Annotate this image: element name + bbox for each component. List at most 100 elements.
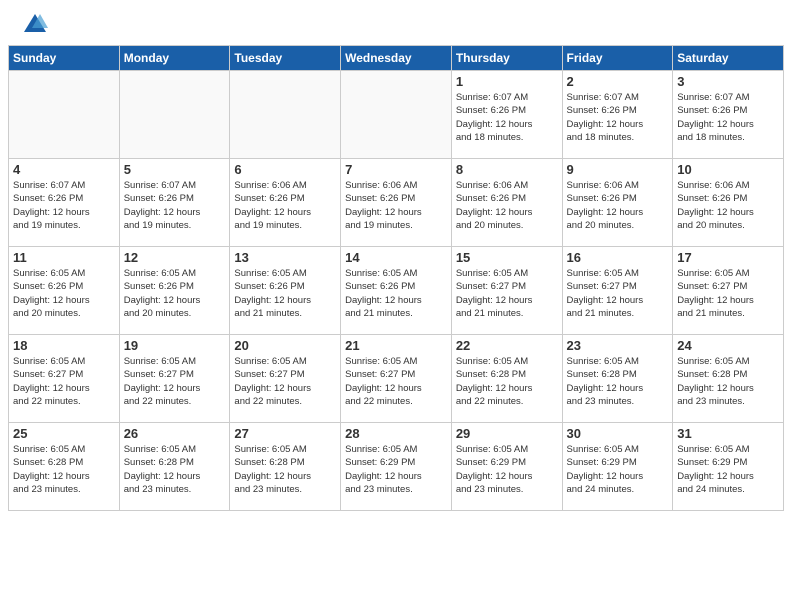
- day-number: 16: [567, 250, 669, 265]
- calendar-week-2: 11Sunrise: 6:05 AM Sunset: 6:26 PM Dayli…: [9, 247, 784, 335]
- day-info: Sunrise: 6:05 AM Sunset: 6:27 PM Dayligh…: [456, 267, 558, 320]
- day-info: Sunrise: 6:06 AM Sunset: 6:26 PM Dayligh…: [567, 179, 669, 232]
- day-info: Sunrise: 6:06 AM Sunset: 6:26 PM Dayligh…: [345, 179, 447, 232]
- day-info: Sunrise: 6:07 AM Sunset: 6:26 PM Dayligh…: [677, 91, 779, 144]
- day-number: 3: [677, 74, 779, 89]
- calendar-cell: 17 Sunrise: 6:05 AM Sunset: 6:27 PM Dayli…: [673, 247, 784, 335]
- calendar-cell: 2 Sunrise: 6:07 AM Sunset: 6:26 PM Daylig…: [562, 71, 673, 159]
- day-info: Sunrise: 6:05 AM Sunset: 6:27 PM Dayligh…: [345, 355, 447, 408]
- day-info: Sunrise: 6:05 AM Sunset: 6:28 PM Dayligh…: [124, 443, 226, 496]
- calendar-cell: [9, 71, 120, 159]
- weekday-header-thursday: Thursday: [451, 46, 562, 71]
- day-info: Sunrise: 6:07 AM Sunset: 6:26 PM Dayligh…: [567, 91, 669, 144]
- calendar-cell: 27 Sunrise: 6:05 AM Sunset: 6:28 PM Dayli…: [230, 423, 341, 511]
- logo-icon: [20, 10, 50, 40]
- calendar-container: SundayMondayTuesdayWednesdayThursdayFrid…: [0, 45, 792, 519]
- day-info: Sunrise: 6:05 AM Sunset: 6:26 PM Dayligh…: [13, 267, 115, 320]
- day-info: Sunrise: 6:07 AM Sunset: 6:26 PM Dayligh…: [13, 179, 115, 232]
- day-info: Sunrise: 6:05 AM Sunset: 6:28 PM Dayligh…: [456, 355, 558, 408]
- day-number: 27: [234, 426, 336, 441]
- calendar-cell: 14 Sunrise: 6:05 AM Sunset: 6:26 PM Dayli…: [341, 247, 452, 335]
- calendar-cell: 13 Sunrise: 6:05 AM Sunset: 6:26 PM Dayli…: [230, 247, 341, 335]
- calendar-week-1: 4Sunrise: 6:07 AM Sunset: 6:26 PM Daylig…: [9, 159, 784, 247]
- day-info: Sunrise: 6:05 AM Sunset: 6:26 PM Dayligh…: [345, 267, 447, 320]
- day-info: Sunrise: 6:05 AM Sunset: 6:28 PM Dayligh…: [13, 443, 115, 496]
- calendar-cell: 23 Sunrise: 6:05 AM Sunset: 6:28 PM Dayli…: [562, 335, 673, 423]
- calendar-cell: 3 Sunrise: 6:07 AM Sunset: 6:26 PM Daylig…: [673, 71, 784, 159]
- day-info: Sunrise: 6:06 AM Sunset: 6:26 PM Dayligh…: [456, 179, 558, 232]
- day-number: 10: [677, 162, 779, 177]
- day-info: Sunrise: 6:05 AM Sunset: 6:27 PM Dayligh…: [13, 355, 115, 408]
- calendar-cell: 21 Sunrise: 6:05 AM Sunset: 6:27 PM Dayli…: [341, 335, 452, 423]
- calendar-week-3: 18Sunrise: 6:05 AM Sunset: 6:27 PM Dayli…: [9, 335, 784, 423]
- calendar-cell: 4Sunrise: 6:07 AM Sunset: 6:26 PM Daylig…: [9, 159, 120, 247]
- calendar-cell: 9Sunrise: 6:06 AM Sunset: 6:26 PM Daylig…: [562, 159, 673, 247]
- day-number: 24: [677, 338, 779, 353]
- weekday-header-wednesday: Wednesday: [341, 46, 452, 71]
- day-info: Sunrise: 6:05 AM Sunset: 6:28 PM Dayligh…: [234, 443, 336, 496]
- day-number: 22: [456, 338, 558, 353]
- day-number: 7: [345, 162, 447, 177]
- calendar-cell: 19 Sunrise: 6:05 AM Sunset: 6:27 PM Dayli…: [119, 335, 230, 423]
- day-info: Sunrise: 6:05 AM Sunset: 6:29 PM Dayligh…: [345, 443, 447, 496]
- day-info: Sunrise: 6:06 AM Sunset: 6:26 PM Dayligh…: [234, 179, 336, 232]
- weekday-header-friday: Friday: [562, 46, 673, 71]
- weekday-header-saturday: Saturday: [673, 46, 784, 71]
- day-info: Sunrise: 6:05 AM Sunset: 6:27 PM Dayligh…: [234, 355, 336, 408]
- calendar-week-4: 25Sunrise: 6:05 AM Sunset: 6:28 PM Dayli…: [9, 423, 784, 511]
- day-number: 8: [456, 162, 558, 177]
- calendar-cell: 6 Sunrise: 6:06 AM Sunset: 6:26 PM Daylig…: [230, 159, 341, 247]
- weekday-header-sunday: Sunday: [9, 46, 120, 71]
- calendar-cell: 18Sunrise: 6:05 AM Sunset: 6:27 PM Dayli…: [9, 335, 120, 423]
- calendar-cell: 11Sunrise: 6:05 AM Sunset: 6:26 PM Dayli…: [9, 247, 120, 335]
- day-number: 23: [567, 338, 669, 353]
- day-info: Sunrise: 6:05 AM Sunset: 6:28 PM Dayligh…: [567, 355, 669, 408]
- day-number: 15: [456, 250, 558, 265]
- calendar-cell: [119, 71, 230, 159]
- logo: [20, 10, 52, 40]
- day-info: Sunrise: 6:05 AM Sunset: 6:26 PM Dayligh…: [124, 267, 226, 320]
- day-number: 28: [345, 426, 447, 441]
- day-number: 13: [234, 250, 336, 265]
- day-number: 20: [234, 338, 336, 353]
- day-number: 6: [234, 162, 336, 177]
- weekday-row: SundayMondayTuesdayWednesdayThursdayFrid…: [9, 46, 784, 71]
- day-number: 17: [677, 250, 779, 265]
- calendar-cell: 10Sunrise: 6:06 AM Sunset: 6:26 PM Dayli…: [673, 159, 784, 247]
- day-info: Sunrise: 6:05 AM Sunset: 6:29 PM Dayligh…: [677, 443, 779, 496]
- day-number: 30: [567, 426, 669, 441]
- calendar-cell: 20 Sunrise: 6:05 AM Sunset: 6:27 PM Dayli…: [230, 335, 341, 423]
- day-info: Sunrise: 6:05 AM Sunset: 6:27 PM Dayligh…: [677, 267, 779, 320]
- day-number: 12: [124, 250, 226, 265]
- day-info: Sunrise: 6:05 AM Sunset: 6:26 PM Dayligh…: [234, 267, 336, 320]
- day-info: Sunrise: 6:07 AM Sunset: 6:26 PM Dayligh…: [456, 91, 558, 144]
- day-number: 2: [567, 74, 669, 89]
- calendar-cell: 26 Sunrise: 6:05 AM Sunset: 6:28 PM Dayli…: [119, 423, 230, 511]
- calendar-body: 1 Sunrise: 6:07 AM Sunset: 6:26 PM Daylig…: [9, 71, 784, 511]
- day-number: 5: [124, 162, 226, 177]
- page-header: [0, 0, 792, 45]
- calendar-cell: 31Sunrise: 6:05 AM Sunset: 6:29 PM Dayli…: [673, 423, 784, 511]
- calendar-table: SundayMondayTuesdayWednesdayThursdayFrid…: [8, 45, 784, 511]
- calendar-cell: 7 Sunrise: 6:06 AM Sunset: 6:26 PM Daylig…: [341, 159, 452, 247]
- calendar-cell: 16Sunrise: 6:05 AM Sunset: 6:27 PM Dayli…: [562, 247, 673, 335]
- calendar-cell: 22 Sunrise: 6:05 AM Sunset: 6:28 PM Dayli…: [451, 335, 562, 423]
- day-info: Sunrise: 6:07 AM Sunset: 6:26 PM Dayligh…: [124, 179, 226, 232]
- day-number: 26: [124, 426, 226, 441]
- day-info: Sunrise: 6:05 AM Sunset: 6:29 PM Dayligh…: [567, 443, 669, 496]
- day-number: 19: [124, 338, 226, 353]
- calendar-cell: 8 Sunrise: 6:06 AM Sunset: 6:26 PM Daylig…: [451, 159, 562, 247]
- calendar-cell: 12 Sunrise: 6:05 AM Sunset: 6:26 PM Dayli…: [119, 247, 230, 335]
- calendar-cell: 15 Sunrise: 6:05 AM Sunset: 6:27 PM Dayli…: [451, 247, 562, 335]
- calendar-header: SundayMondayTuesdayWednesdayThursdayFrid…: [9, 46, 784, 71]
- day-number: 14: [345, 250, 447, 265]
- calendar-cell: 5 Sunrise: 6:07 AM Sunset: 6:26 PM Daylig…: [119, 159, 230, 247]
- calendar-cell: 28 Sunrise: 6:05 AM Sunset: 6:29 PM Dayli…: [341, 423, 452, 511]
- day-info: Sunrise: 6:05 AM Sunset: 6:28 PM Dayligh…: [677, 355, 779, 408]
- day-number: 21: [345, 338, 447, 353]
- calendar-cell: 1 Sunrise: 6:07 AM Sunset: 6:26 PM Daylig…: [451, 71, 562, 159]
- calendar-cell: 29Sunrise: 6:05 AM Sunset: 6:29 PM Dayli…: [451, 423, 562, 511]
- calendar-cell: 25Sunrise: 6:05 AM Sunset: 6:28 PM Dayli…: [9, 423, 120, 511]
- day-info: Sunrise: 6:05 AM Sunset: 6:27 PM Dayligh…: [124, 355, 226, 408]
- day-number: 1: [456, 74, 558, 89]
